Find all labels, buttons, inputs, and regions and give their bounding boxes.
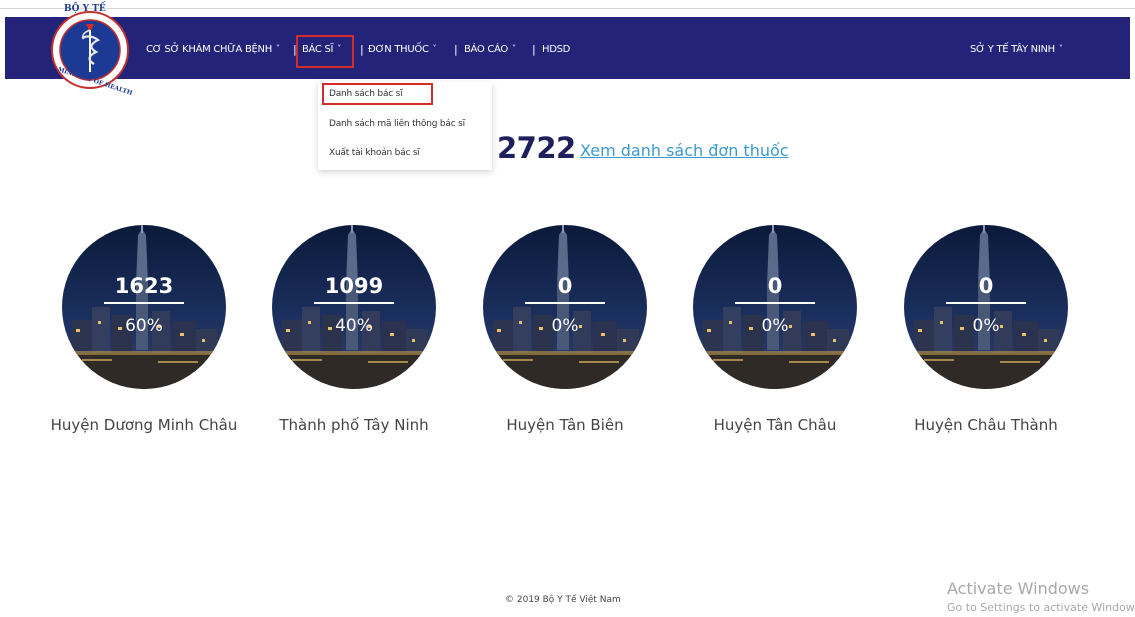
activate-windows-title: Activate Windows (947, 579, 1090, 598)
nav-hdsd[interactable]: HDSD (542, 44, 570, 55)
count-underline (314, 302, 394, 304)
district-percent: 40% (335, 316, 373, 336)
district-percent: 0% (761, 316, 789, 336)
district-name: Huyện Tân Châu (713, 416, 837, 434)
nav-don-thuoc[interactable]: ĐƠN THUỐC ˅ (368, 44, 437, 55)
district-circle[interactable]: 1099 40% (272, 225, 436, 389)
top-divider (0, 8, 1135, 9)
district-count: 1099 (324, 274, 384, 298)
city-skyline-image (272, 225, 436, 389)
dropdown-item-danh-sach-bac-si[interactable]: Danh sách bác sĩ (329, 89, 403, 99)
nav-bao-cao-label: BÁO CÁO (464, 44, 508, 55)
city-skyline-image (693, 225, 857, 389)
count-underline (525, 302, 605, 304)
nav-bac-si-label: BÁC SĨ (302, 44, 334, 55)
nav-co-so-label: CƠ SỞ KHÁM CHỮA BỆNH (146, 44, 272, 55)
district-percent: 60% (125, 316, 163, 336)
district-card: 1623 60% Huyện Dương Minh Châu (51, 225, 237, 434)
dropdown-item-xuat-tai-khoan[interactable]: Xuất tài khoản bác sĩ (329, 148, 420, 158)
district-circle[interactable]: 1623 60% (62, 225, 226, 389)
district-percent: 0% (972, 316, 1000, 336)
chevron-down-icon: ˅ (432, 44, 437, 53)
nav-user-menu[interactable]: SỞ Y TẾ TÂY NINH ˅ (970, 44, 1063, 55)
nav-separator: | (454, 43, 458, 56)
district-name: Huyện Tân Biên (506, 416, 624, 434)
city-skyline-image (62, 225, 226, 389)
total-count: 2722 (497, 131, 576, 165)
chevron-down-icon: ˅ (275, 44, 280, 53)
count-underline (735, 302, 815, 304)
nav-co-so-kham-chua-benh[interactable]: CƠ SỞ KHÁM CHỮA BỆNH ˅ (146, 44, 280, 55)
count-underline (104, 302, 184, 304)
ministry-of-health-logo[interactable]: BỘ Y TẾ MINISTRY OF HEALTH (46, 4, 138, 97)
district-name: Huyện Châu Thành (914, 416, 1058, 434)
nav-separator: | (360, 43, 364, 56)
city-skyline-image (483, 225, 647, 389)
activate-windows-subtitle: Go to Settings to activate Windows. (947, 601, 1135, 614)
district-circle[interactable]: 0 0% (904, 225, 1068, 389)
user-menu-label: SỞ Y TẾ TÂY NINH (970, 44, 1055, 55)
district-circle[interactable]: 0 0% (483, 225, 647, 389)
count-underline (946, 302, 1026, 304)
chevron-down-icon: ˅ (1058, 44, 1063, 53)
nav-bao-cao[interactable]: BÁO CÁO ˅ (464, 44, 516, 55)
footer-copyright: © 2019 Bộ Y Tế Việt Nam (505, 595, 621, 605)
chevron-down-icon: ˅ (512, 44, 516, 53)
city-skyline-image (904, 225, 1068, 389)
nav-don-thuoc-label: ĐƠN THUỐC (368, 44, 429, 55)
district-percent: 0% (551, 316, 579, 336)
district-count: 0 (767, 274, 783, 298)
district-card: 0 0% Huyện Tân Biên (483, 225, 647, 434)
view-prescriptions-link[interactable]: Xem danh sách đơn thuốc (580, 141, 789, 160)
nav-bac-si[interactable]: BÁC SĨ ˅ (302, 44, 341, 55)
bac-si-dropdown-menu: Danh sách bác sĩ Danh sách mã liên thông… (318, 82, 492, 170)
district-count: 0 (978, 274, 994, 298)
district-name: Thành phố Tây Ninh (279, 416, 429, 434)
district-card: 1099 40% Thành phố Tây Ninh (272, 225, 436, 434)
district-card: 0 0% Huyện Tân Châu (693, 225, 857, 434)
district-card: 0 0% Huyện Châu Thành (904, 225, 1068, 434)
district-name: Huyện Dương Minh Châu (50, 416, 238, 434)
chevron-down-icon: ˅ (337, 44, 341, 53)
district-count: 1623 (114, 274, 174, 298)
district-count: 0 (557, 274, 573, 298)
dropdown-item-danh-sach-ma-lien-thong[interactable]: Danh sách mã liên thông bác sĩ (329, 119, 465, 129)
district-circle[interactable]: 0 0% (693, 225, 857, 389)
nav-separator: | (532, 43, 536, 56)
logo-top-text: BỘ Y TẾ (64, 4, 106, 14)
